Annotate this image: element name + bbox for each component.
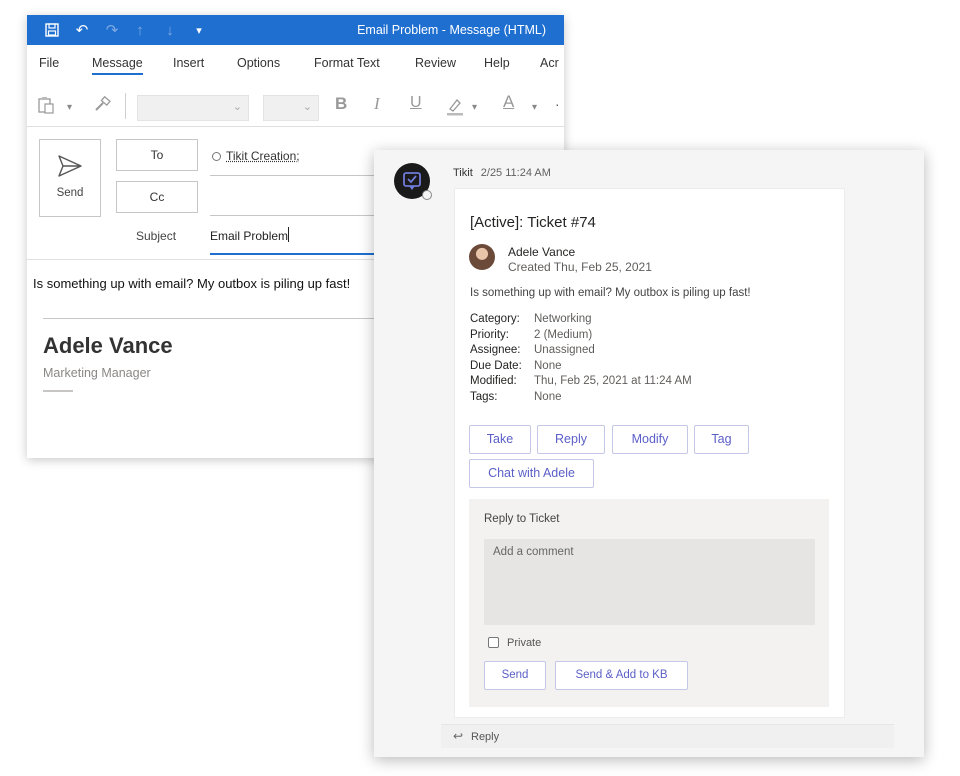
customize-icon[interactable]: ▾ [190,21,208,39]
send-label: Send [56,187,84,199]
bold-button[interactable]: B [335,94,347,114]
private-label: Private [507,637,542,649]
send-add-to-kb-button[interactable]: Send & Add to KB [555,661,688,690]
highlight-dropdown-icon[interactable]: ▾ [472,102,477,113]
underline-button[interactable]: U [410,94,422,112]
signature-name: Adele Vance [43,333,173,358]
ticket-description: Is something up with email? My outbox is… [470,287,751,299]
window-title: Email Problem - Message (HTML) [357,23,546,37]
undo-icon[interactable]: ↶ [73,21,91,39]
menu-review[interactable]: Review [415,56,456,70]
ribbon-divider [125,93,126,119]
redo-icon[interactable]: ↷ [103,21,121,39]
message-header: Tikit 2/25 11:24 AM [453,167,551,179]
fact-value: 2 (Medium) [534,328,593,341]
reply-to-ticket-section: Reply to Ticket Add a comment Private Se… [469,499,829,707]
send-icon [58,155,82,177]
paste-icon[interactable] [37,96,55,119]
chat-with-adele-button[interactable]: Chat with Adele [469,459,594,488]
fact-key: Modified: [470,375,517,387]
font-size-select[interactable]: ⌄ [263,95,319,121]
ticket-card: [Active]: Ticket #74 Adele Vance Created… [454,188,845,718]
fact-value: Unassigned [534,344,595,356]
save-icon[interactable] [43,21,61,39]
down-arrow-icon[interactable]: ↓ [161,21,179,39]
fact-key: Assignee: [470,344,521,356]
chevron-down-icon: ⌄ [232,101,242,113]
to-field-underline [210,175,380,176]
comment-input[interactable]: Add a comment [484,539,815,625]
cc-input[interactable] [210,183,380,213]
presence-icon [212,152,221,161]
requester-name: Adele Vance [508,245,576,259]
message-body[interactable]: Is something up with email? My outbox is… [33,276,350,291]
text-cursor [288,227,289,242]
ticket-title: [Active]: Ticket #74 [470,214,596,231]
cc-button[interactable]: Cc [116,181,198,213]
fact-value: Networking [534,313,592,325]
menu-file[interactable]: File [39,56,59,70]
teams-chat-window: Tikit 2/25 11:24 AM [Active]: Ticket #74 … [374,150,924,757]
reply-section-title: Reply to Ticket [484,513,560,525]
highlight-icon[interactable] [445,96,465,121]
menu-options[interactable]: Options [237,56,280,70]
reply-bar-label: Reply [471,731,500,743]
more-options-icon[interactable]: · [555,96,560,112]
ticket-icon [403,172,421,190]
menu-acrobat[interactable]: Acr [540,56,559,70]
font-color-dropdown-icon[interactable]: ▾ [532,102,537,113]
sender-name: Tikit [453,167,473,179]
fact-key: Due Date: [470,359,522,372]
modify-button[interactable]: Modify [612,425,688,454]
subject-input[interactable]: Email Problem [210,229,288,243]
subject-underline [210,253,380,255]
menu-message[interactable]: Message [92,56,143,75]
paste-dropdown-icon[interactable]: ▾ [67,102,72,113]
presence-status-icon [422,190,432,200]
font-family-select[interactable]: ⌄ [137,95,249,121]
signature-title: Marketing Manager [43,366,151,380]
chevron-down-icon: ⌄ [302,101,312,113]
fact-value: Thu, Feb 25, 2021 at 11:24 AM [534,375,692,387]
take-button[interactable]: Take [469,425,531,454]
title-bar: ↶ ↷ ↑ ↓ ▾ Email Problem - Message (HTML) [27,15,564,45]
up-arrow-icon[interactable]: ↑ [131,21,149,39]
format-painter-icon[interactable] [93,95,111,119]
private-checkbox[interactable] [488,637,499,648]
send-button[interactable]: Send [39,139,101,217]
fact-value: None [534,390,562,403]
message-timestamp: 2/25 11:24 AM [480,167,551,179]
italic-button[interactable]: I [374,94,380,114]
subject-label: Subject [136,229,177,243]
reply-arrow-icon: ↩ [453,729,464,743]
reply-bar[interactable]: ↩ Reply [441,724,894,748]
ribbon: ▾ ⌄ ⌄ B I U ▾ A ▾ · [27,83,564,127]
created-date: Created Thu, Feb 25, 2021 [508,260,652,274]
cc-field-underline [210,215,380,216]
font-color-button[interactable]: A [503,92,514,112]
fact-value: None [534,359,562,372]
to-button[interactable]: To [116,139,198,171]
reply-send-button[interactable]: Send [484,661,546,690]
comment-placeholder: Add a comment [493,546,574,558]
menu-help[interactable]: Help [484,56,510,70]
to-recipient[interactable]: Tikit Creation; [212,149,300,163]
menu-insert[interactable]: Insert [173,56,204,70]
fact-key: Priority: [470,328,509,341]
requester-avatar[interactable] [469,244,495,270]
recipient-name: Tikit Creation; [226,149,300,163]
signature-rule [43,390,73,392]
reply-button[interactable]: Reply [537,425,605,454]
fact-key: Category: [470,313,520,325]
menu-format-text[interactable]: Format Text [314,56,380,70]
fact-key: Tags: [470,390,498,403]
tag-button[interactable]: Tag [694,425,749,454]
